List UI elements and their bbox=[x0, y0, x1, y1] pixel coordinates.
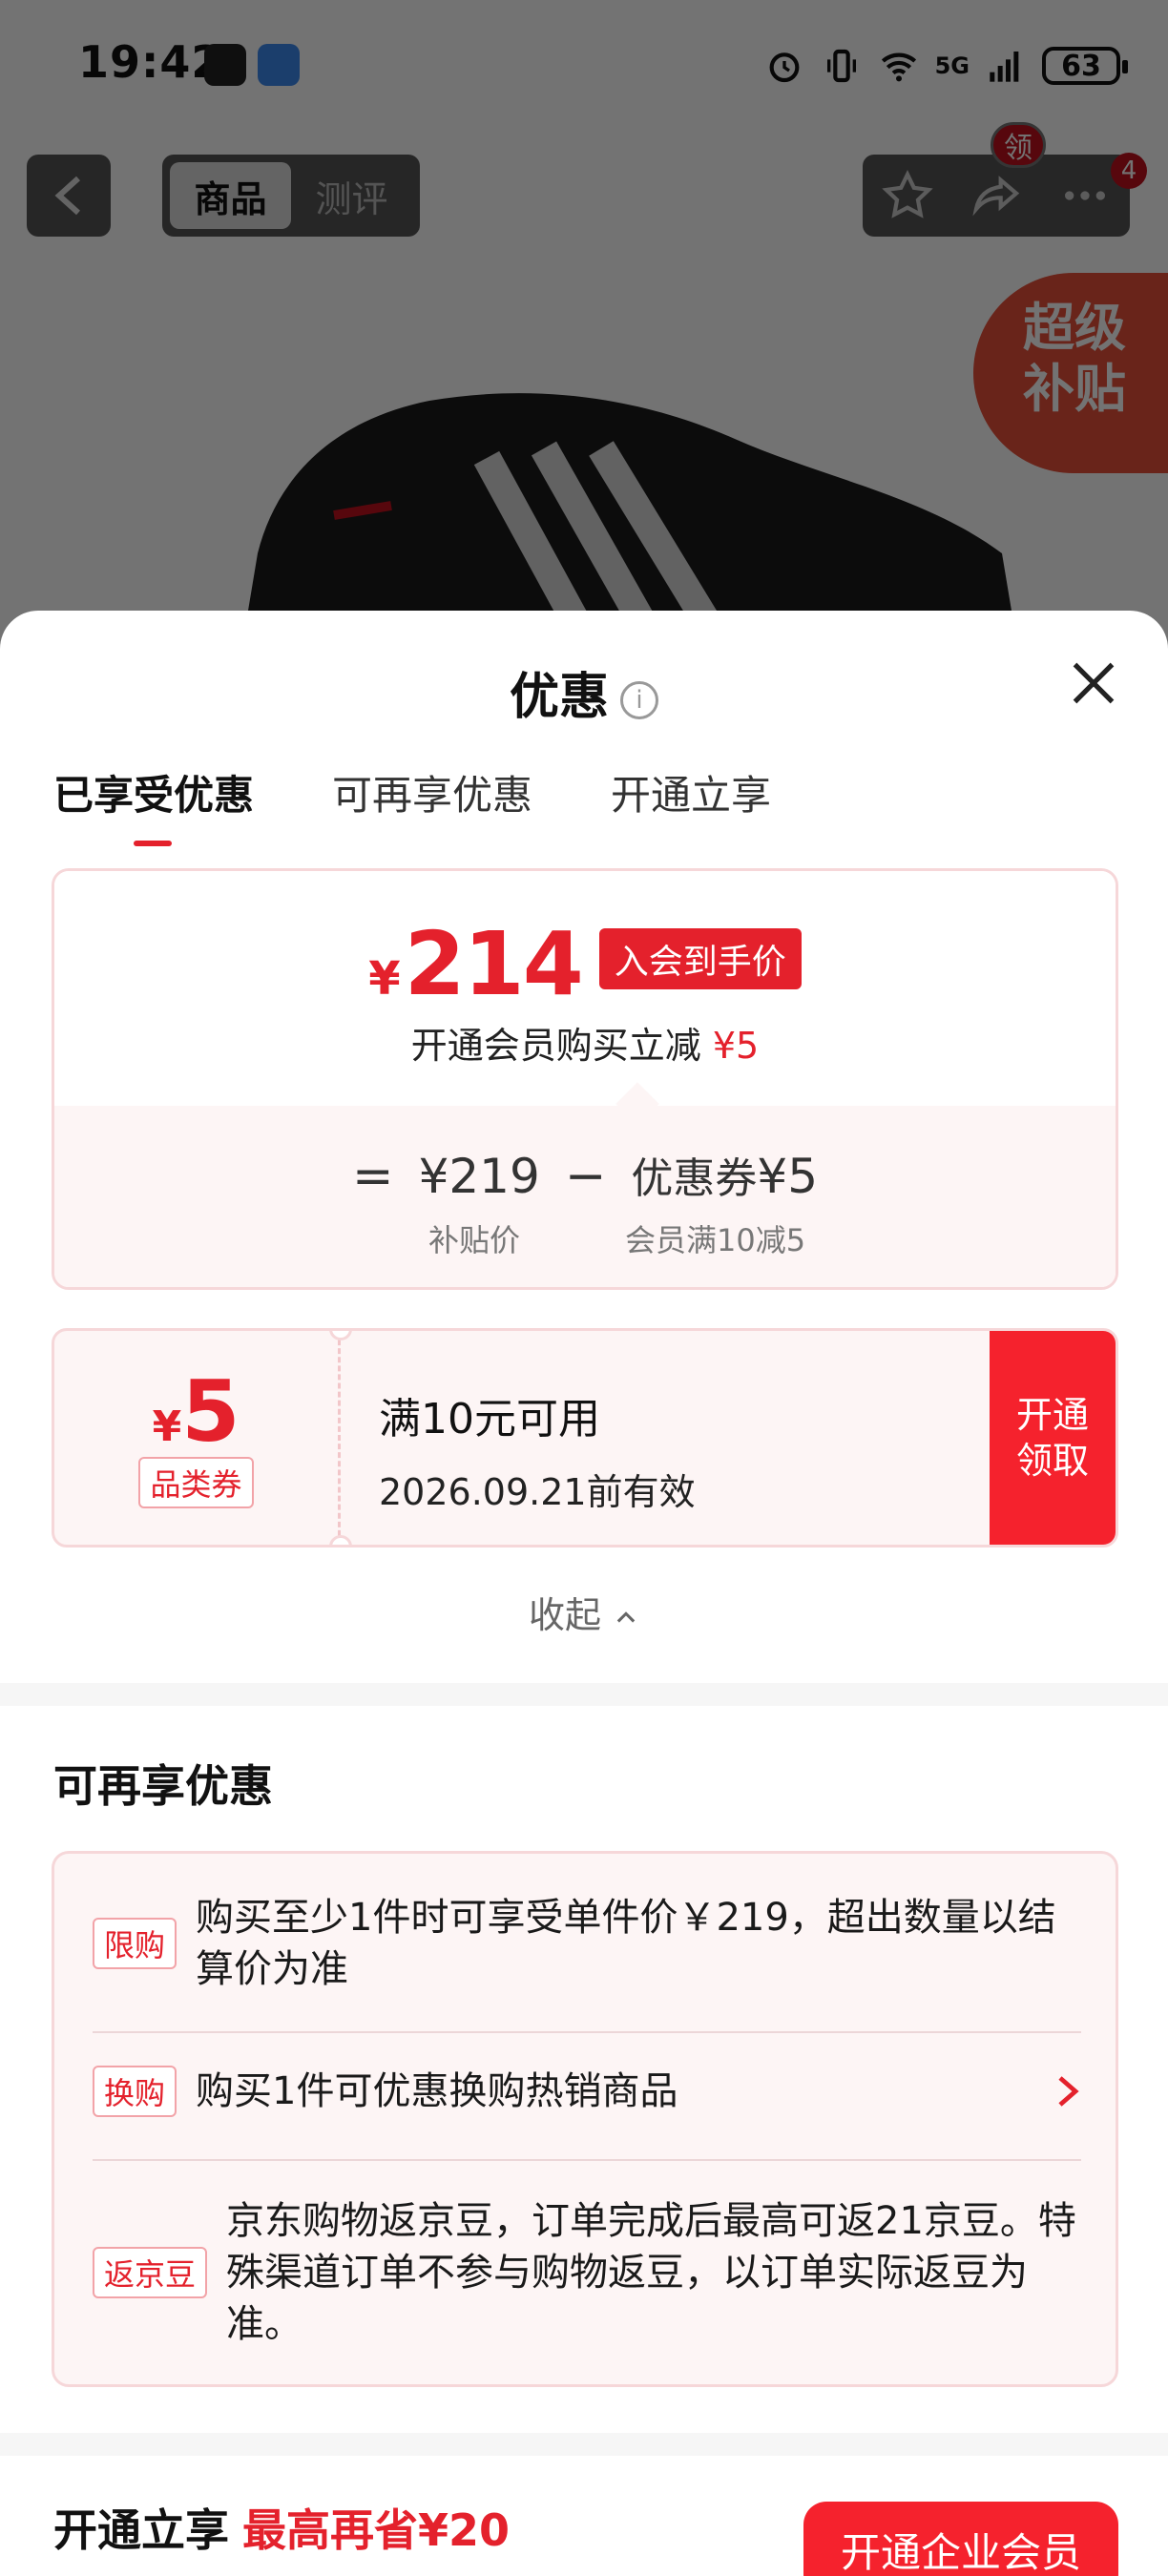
price-formula: = ¥219 − 优惠券¥5 bbox=[54, 1144, 1116, 1205]
coupon-deduction: 优惠券¥5 bbox=[631, 1144, 818, 1205]
status-indicators: 5G 63 bbox=[763, 42, 1128, 90]
coupon-amount-value: 5 bbox=[181, 1362, 240, 1461]
sheet-title: 优惠 i bbox=[0, 656, 1168, 728]
sheet-title-text: 优惠 bbox=[509, 669, 609, 726]
tab-review[interactable]: 测评 bbox=[291, 162, 412, 229]
back-button[interactable] bbox=[27, 155, 111, 237]
info-icon[interactable]: i bbox=[620, 681, 658, 719]
member-discount-note: 开通会员购买立减 ¥5 bbox=[54, 1016, 1116, 1069]
open-enterprise-membership-button[interactable]: 开通企业会员 bbox=[803, 2502, 1118, 2576]
tab-more-discounts[interactable]: 可再享优惠 bbox=[332, 763, 532, 821]
member-discount-amount: ¥5 bbox=[712, 1025, 760, 1067]
member-price-tag: 入会到手价 bbox=[598, 927, 802, 989]
member-discount-text: 开通会员购买立减 bbox=[410, 1025, 701, 1067]
price-breakdown-card: ¥ 214 入会到手价 开通会员购买立减 ¥5 = ¥219 − 优惠券¥5 补… bbox=[52, 868, 1118, 1290]
base-price-caption: 补贴价 bbox=[428, 1222, 521, 1258]
collapse-label: 收起 bbox=[528, 1594, 601, 1636]
coupon-caption: 会员满10减5 bbox=[625, 1222, 806, 1258]
coupon-type-tag: 品类券 bbox=[138, 1457, 254, 1508]
list-divider bbox=[93, 2031, 1081, 2033]
collapse-button[interactable]: 收起 bbox=[0, 1586, 1168, 1638]
membership-section-title: 开通立享 最高再省¥20 bbox=[53, 2496, 510, 2559]
membership-title-text: 开通立享 bbox=[53, 2504, 229, 2556]
close-icon[interactable] bbox=[1069, 658, 1118, 708]
coupon-badge[interactable]: 领 bbox=[991, 122, 1046, 168]
status-time: 19:42 bbox=[78, 36, 223, 88]
promo-tag-limit: 限购 bbox=[93, 1918, 177, 1969]
coupon-deduction-label: 优惠券 bbox=[631, 1154, 758, 1203]
more-discounts-list: 限购 购买至少1件时可享受单件价￥219，超出数量以结算价为准 换购 购买1件可… bbox=[52, 1851, 1118, 2387]
signal-icon bbox=[990, 52, 1019, 82]
chevron-left-icon bbox=[54, 176, 81, 216]
qq-icon bbox=[204, 44, 246, 86]
coupon-currency: ¥ bbox=[152, 1402, 182, 1451]
coupon-condition: 满10元可用 bbox=[379, 1395, 600, 1444]
alarm-icon bbox=[769, 52, 800, 83]
promo-tag-trade-in: 换购 bbox=[93, 2066, 177, 2117]
promo-text-trade-in: 购买1件可优惠换购热销商品 bbox=[196, 2069, 678, 2113]
more-icon[interactable] bbox=[1058, 169, 1112, 222]
minus-sign: − bbox=[564, 1148, 607, 1205]
coupon-deduction-amount: ¥5 bbox=[757, 1149, 819, 1204]
activate-claim-button[interactable]: 开通 领取 bbox=[990, 1331, 1116, 1545]
base-price: ¥219 bbox=[418, 1149, 540, 1204]
chevron-up-icon bbox=[616, 1610, 636, 1623]
final-price: ¥ 214 入会到手价 bbox=[54, 913, 1116, 1015]
coupon-amount: ¥ 5 bbox=[153, 1367, 240, 1457]
coupon-card: ¥ 5 品类券 满10元可用 2026.09.21前有效 开通 领取 bbox=[52, 1328, 1118, 1548]
final-price-section: ¥ 214 入会到手价 开通会员购买立减 ¥5 bbox=[54, 871, 1116, 1106]
list-item-jd-beans: 返京豆 京东购物返京豆，订单完成后最高可返21京豆。特殊渠道订单不参与购物返豆，… bbox=[93, 2195, 1081, 2350]
equals-sign: = bbox=[351, 1148, 394, 1205]
list-item-purchase-limit: 限购 购买至少1件时可享受单件价￥219，超出数量以结算价为准 bbox=[93, 1892, 1081, 1995]
tab-enjoyed-discounts[interactable]: 已享受优惠 bbox=[53, 763, 254, 846]
banner-line-1: 超级 bbox=[1023, 298, 1126, 358]
product-tabs: 商品 测评 bbox=[162, 155, 420, 237]
membership-max-savings: 最高再省¥20 bbox=[242, 2504, 511, 2556]
more-discounts-title: 可再享优惠 bbox=[53, 1760, 273, 1812]
message-app-icon bbox=[258, 44, 300, 86]
currency-symbol: ¥ bbox=[368, 952, 401, 1006]
battery-level: 63 bbox=[1061, 49, 1101, 83]
list-item-trade-in[interactable]: 换购 购买1件可优惠换购热销商品 bbox=[93, 2066, 1081, 2117]
network-type: 5G bbox=[934, 52, 970, 79]
coupon-validity: 2026.09.21前有效 bbox=[379, 1471, 696, 1513]
activate-claim-line-1: 开通 bbox=[1015, 1394, 1089, 1436]
battery-indicator: 63 bbox=[1042, 47, 1128, 85]
status-bar: 19:42 5G 63 bbox=[0, 0, 1168, 134]
coupon-details: 满10元可用 2026.09.21前有效 bbox=[379, 1384, 696, 1515]
tab-membership-discounts[interactable]: 开通立享 bbox=[611, 763, 771, 821]
nav-actions bbox=[863, 155, 1130, 237]
list-divider bbox=[93, 2159, 1081, 2161]
price-value: 214 bbox=[404, 913, 584, 1015]
activate-claim-line-2: 领取 bbox=[1015, 1440, 1089, 1482]
wifi-icon bbox=[881, 52, 916, 82]
section-divider bbox=[0, 1683, 1168, 1706]
discount-tabs: 已享受优惠 可再享优惠 开通立享 bbox=[53, 763, 771, 846]
product-page-background: 19:42 5G 63 商品 测评 领 4 超级 补贴 bbox=[0, 0, 1168, 668]
coupon-value: ¥ 5 品类券 bbox=[54, 1331, 341, 1545]
section-divider bbox=[0, 2433, 1168, 2456]
vibrate-icon bbox=[826, 49, 856, 83]
share-icon[interactable] bbox=[970, 169, 1023, 222]
star-icon[interactable] bbox=[881, 169, 934, 222]
coupon-notch-bottom bbox=[329, 1535, 352, 1545]
promo-text-limit: 购买至少1件时可享受单件价￥219，超出数量以结算价为准 bbox=[196, 1896, 1056, 1991]
chevron-right-icon bbox=[1058, 2076, 1079, 2107]
message-count-badge: 4 bbox=[1111, 153, 1147, 189]
price-formula-section: = ¥219 − 优惠券¥5 补贴价 会员满10减5 bbox=[54, 1106, 1116, 1287]
discount-sheet: 优惠 i 已享受优惠 可再享优惠 开通立享 ¥ 214 入会到手价 开通会员购买立… bbox=[0, 611, 1168, 2576]
promo-tag-jd-beans: 返京豆 bbox=[93, 2247, 208, 2298]
tab-product[interactable]: 商品 bbox=[170, 162, 291, 229]
promo-text-jd-beans: 京东购物返京豆，订单完成后最高可返21京豆。特殊渠道订单不参与购物返豆，以订单实… bbox=[226, 2199, 1076, 2346]
